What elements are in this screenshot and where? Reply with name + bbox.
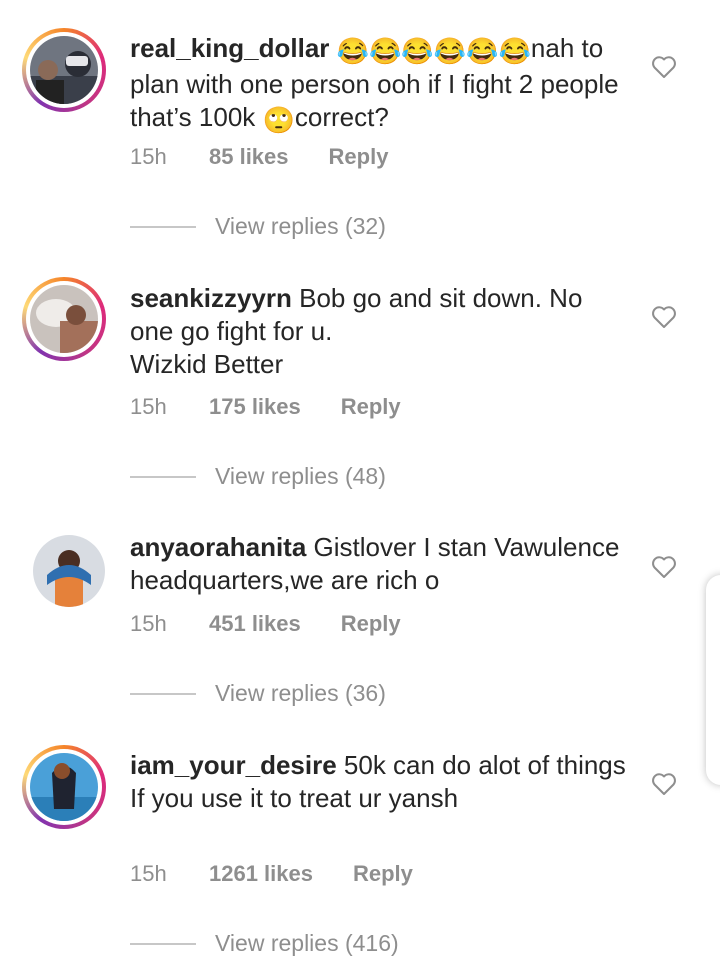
comment-meta: 15h 1261 likes Reply bbox=[130, 859, 413, 889]
view-replies-button[interactable]: View replies (36) bbox=[130, 678, 530, 708]
comment-meta: 15h 175 likes Reply bbox=[130, 392, 401, 422]
comment-time: 15h bbox=[130, 394, 167, 419]
laughing-emoji-icon: 😂😂😂😂😂😂 bbox=[336, 36, 531, 66]
comment-time: 15h bbox=[130, 611, 167, 636]
heart-outline-icon[interactable] bbox=[651, 772, 677, 796]
replies-divider bbox=[130, 476, 196, 478]
avatar[interactable] bbox=[33, 535, 105, 607]
avatar bbox=[30, 36, 98, 104]
replies-divider bbox=[130, 693, 196, 695]
comment-username[interactable]: seankizzyyrn bbox=[130, 283, 292, 313]
comment-time: 15h bbox=[130, 861, 167, 886]
comment-text: real_king_dollar 😂😂😂😂😂😂nah to plan with … bbox=[130, 32, 630, 137]
view-replies-button[interactable]: View replies (32) bbox=[130, 211, 530, 241]
avatar-story-ring[interactable] bbox=[22, 277, 106, 361]
comment-likes[interactable]: 175 likes bbox=[209, 392, 301, 422]
view-replies-label: View replies (36) bbox=[215, 680, 386, 706]
reply-button[interactable]: Reply bbox=[341, 609, 401, 639]
reply-button[interactable]: Reply bbox=[329, 142, 389, 172]
comment-username[interactable]: real_king_dollar bbox=[130, 33, 329, 63]
comment-time: 15h bbox=[130, 144, 167, 169]
comment-username[interactable]: anyaorahanita bbox=[130, 532, 306, 562]
replies-divider bbox=[130, 226, 196, 228]
avatar-story-ring[interactable] bbox=[22, 28, 106, 112]
comment-text: seankizzyyrn Bob go and sit down. No one… bbox=[130, 282, 630, 381]
avatar bbox=[30, 285, 98, 353]
comment-likes[interactable]: 85 likes bbox=[209, 142, 289, 172]
avatar bbox=[30, 753, 98, 821]
comment-body-end: correct? bbox=[294, 102, 389, 132]
comment-body-line2: Wizkid Better bbox=[130, 349, 284, 379]
view-replies-button[interactable]: View replies (48) bbox=[130, 461, 530, 491]
view-replies-button[interactable]: View replies (416) bbox=[130, 928, 530, 958]
comment-username[interactable]: iam_your_desire bbox=[130, 750, 337, 780]
view-replies-label: View replies (32) bbox=[215, 213, 386, 239]
comment-body: 50k can do alot of things bbox=[343, 750, 626, 780]
comment-likes[interactable]: 451 likes bbox=[209, 609, 301, 639]
comment-meta: 15h 451 likes Reply bbox=[130, 609, 401, 639]
replies-divider bbox=[130, 943, 196, 945]
comment-likes[interactable]: 1261 likes bbox=[209, 859, 313, 889]
view-replies-label: View replies (416) bbox=[215, 930, 399, 956]
side-drawer-edge[interactable] bbox=[706, 575, 720, 785]
comment-meta: 15h 85 likes Reply bbox=[130, 142, 388, 172]
eye-roll-emoji-icon: 🙄 bbox=[262, 105, 295, 135]
comment-text: iam_your_desire 50k can do alot of thing… bbox=[130, 749, 630, 815]
heart-outline-icon[interactable] bbox=[651, 305, 677, 329]
comment-text: anyaorahanita Gistlover I stan Vawulence… bbox=[130, 531, 630, 597]
heart-outline-icon[interactable] bbox=[651, 55, 677, 79]
reply-button[interactable]: Reply bbox=[341, 392, 401, 422]
comment-body-line2: If you use it to treat ur yansh bbox=[130, 783, 459, 813]
reply-button[interactable]: Reply bbox=[353, 859, 413, 889]
heart-outline-icon[interactable] bbox=[651, 555, 677, 579]
view-replies-label: View replies (48) bbox=[215, 463, 386, 489]
avatar-story-ring[interactable] bbox=[22, 745, 106, 829]
